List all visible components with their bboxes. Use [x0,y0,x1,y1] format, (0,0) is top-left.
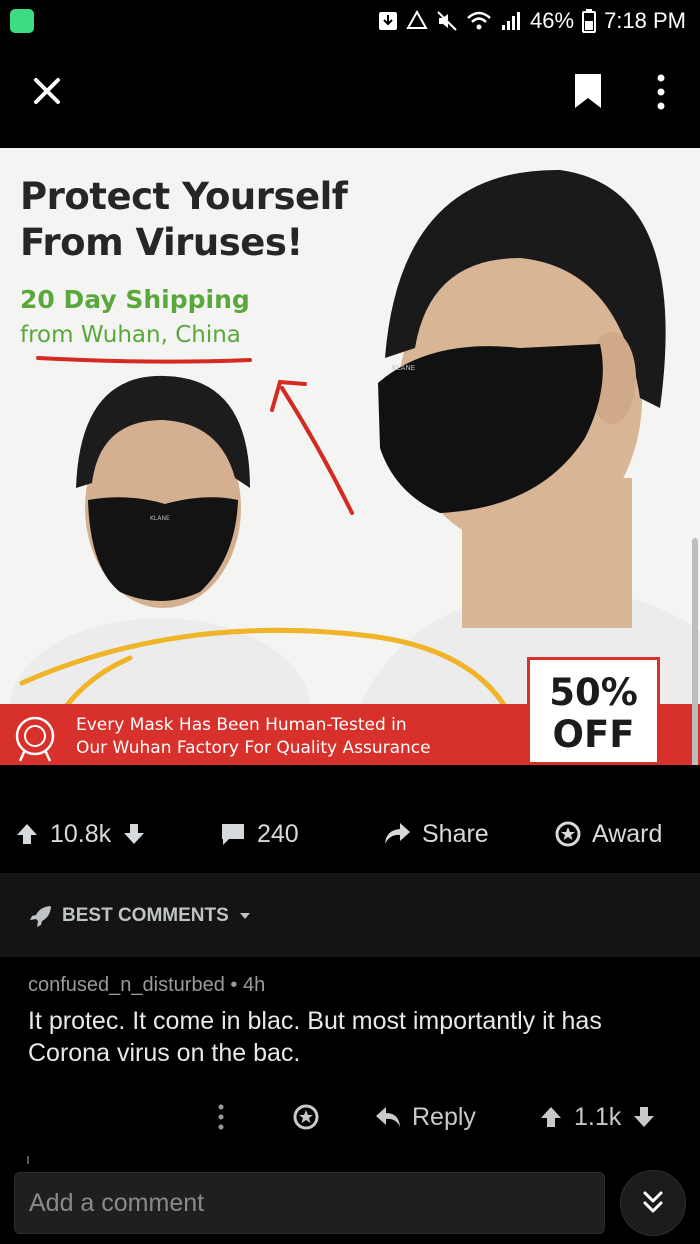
upvote-count: 10.8k [50,819,112,848]
reply-button[interactable]: Reply [374,1097,476,1137]
more-options-button[interactable] [644,70,678,114]
quality-seal-icon [15,716,55,762]
share-button[interactable]: Share [382,817,489,851]
downvote-icon[interactable] [121,821,147,847]
status-bar: 46% 7:18 PM [0,0,700,42]
comment-count: 240 [257,819,299,848]
bookmark-icon [575,74,601,108]
double-chevron-down-icon [643,1191,663,1213]
comment-author[interactable]: confused_n_disturbed [28,974,225,996]
reply-icon [376,1107,400,1127]
caret-down-icon [239,913,250,919]
big-mask-brand: KLANE [392,364,415,372]
comments-button[interactable]: 240 [219,817,299,851]
comment-input-bar [0,1167,700,1244]
battery-icon [582,9,597,33]
scrollbar[interactable] [692,538,698,765]
vote-control: 10.8k [14,817,147,851]
award-button[interactable]: Award [554,817,662,851]
comment-sort-bar: BEST COMMENTS [0,873,700,957]
comment-age: 4h [242,974,266,996]
signal-icon [500,10,522,32]
status-indicators: 46% 7:18 PM [378,6,686,36]
downvote-icon[interactable] [631,1104,657,1130]
award-icon [293,1104,319,1130]
ad-banner-text: Every Mask Has Been Human-Tested in Our … [76,715,431,758]
ad-origin-text: from Wuhan, China [20,322,241,348]
recycle-icon [406,10,428,32]
comment-sort-dropdown[interactable]: BEST COMMENTS [28,903,253,929]
more-vertical-icon [218,1104,224,1130]
discount-text: 50% OFF [549,671,638,756]
ad-shipping-text: 20 Day Shipping [20,285,250,314]
comment-more-button[interactable] [214,1097,228,1137]
save-post-button[interactable] [568,70,608,114]
reply-label: Reply [412,1102,476,1131]
battery-percentage: 46% [530,8,575,33]
close-button[interactable] [26,70,68,112]
comment-vote-control: 1.1k [538,1097,657,1137]
comment-actions: Reply 1.1k [0,1097,700,1137]
meta-separator: • [230,974,243,996]
comment-score: 1.1k [574,1102,622,1131]
comment-meta: confused_n_disturbed • 4h [28,974,265,997]
wifi-icon [466,10,492,32]
more-vertical-icon [657,74,665,110]
add-comment-input[interactable] [14,1172,605,1234]
red-underline-annotation [36,356,252,364]
comment: confused_n_disturbed • 4h It protec. It … [0,957,700,1167]
red-arrow-annotation [280,386,354,515]
upvote-icon[interactable] [14,821,40,847]
post-toolbar [0,42,700,148]
clock: 7:18 PM [604,8,686,33]
jump-to-next-comment-button[interactable] [620,1170,686,1236]
sort-label: BEST COMMENTS [62,905,229,926]
comment-bubble-icon [222,824,244,845]
award-label: Award [592,819,663,848]
upvote-icon[interactable] [538,1104,564,1130]
discount-badge: 50% OFF [527,657,660,765]
small-mask [88,497,238,601]
post-image[interactable]: KLANE KLANE Protect Yourself From Viruse… [0,148,700,765]
small-mask-brand: KLANE [150,515,170,522]
award-icon [555,821,581,847]
thread-line [27,1156,29,1164]
share-arrow-icon [385,823,410,844]
mute-icon [436,10,458,32]
comment-body: It protec. It come in blac. But most imp… [28,1007,602,1067]
comment-award-button[interactable] [292,1097,320,1137]
post-action-bar: 10.8k 240 Share Award [0,765,700,873]
close-icon [34,78,60,104]
download-notification-icon [378,10,398,32]
share-label: Share [422,819,489,848]
rocket-icon [30,906,51,927]
android-app-icon [10,9,34,33]
ad-headline: Protect Yourself From Viruses! [20,175,348,264]
